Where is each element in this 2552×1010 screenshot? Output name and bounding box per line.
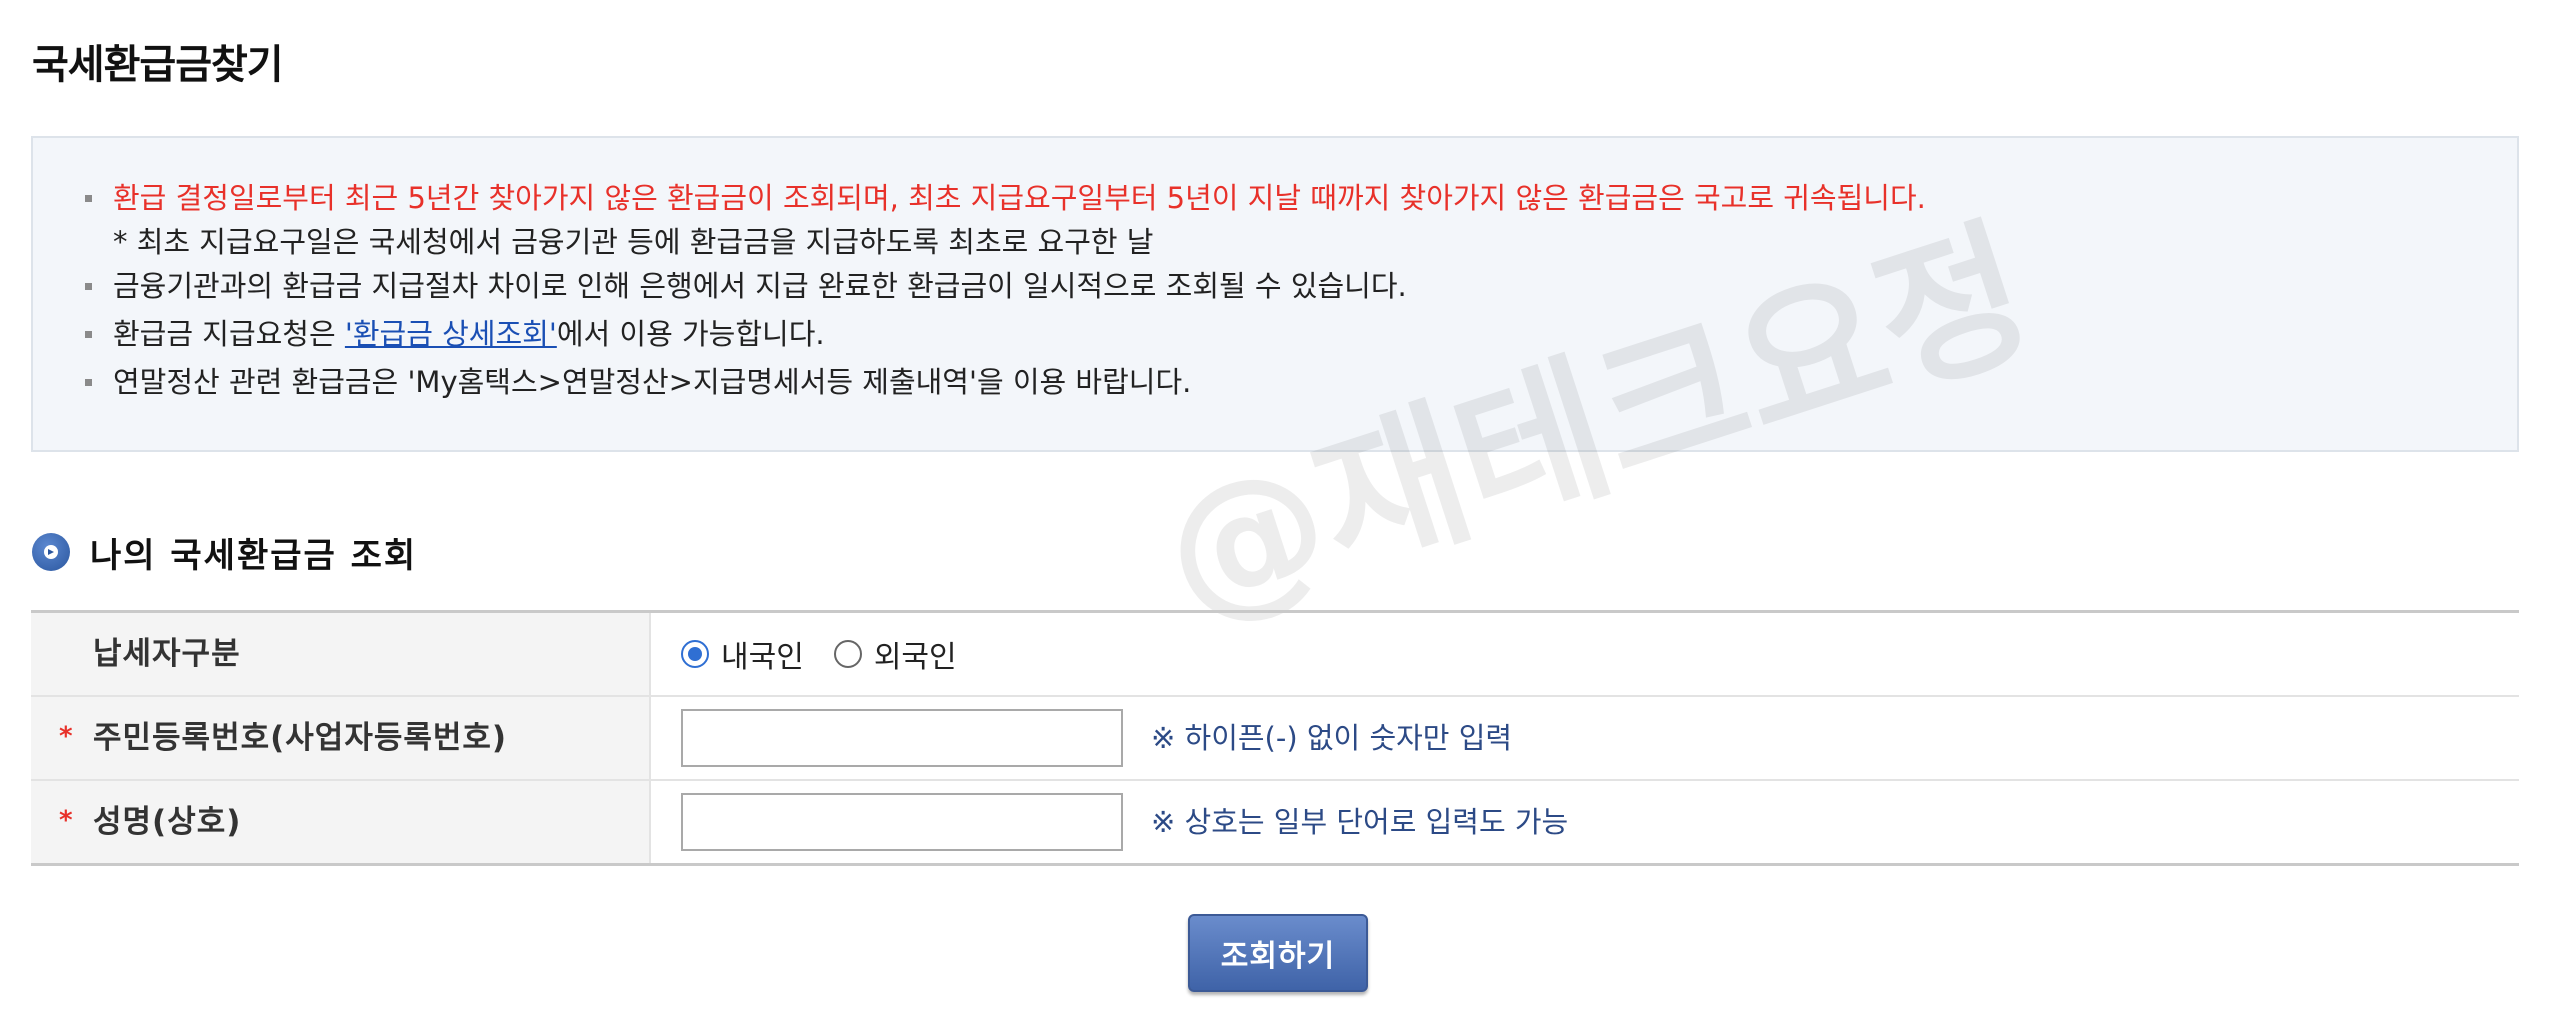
search-form: 납세자구분 내국인 외국인 * 주민등록번호(사업자등록번호) ※ 하이픈(-)… — [31, 610, 2519, 866]
domestic-radio-label[interactable]: 내국인 — [721, 632, 804, 676]
id-number-row: * 주민등록번호(사업자등록번호) ※ 하이픈(-) 없이 숫자만 입력 — [31, 697, 2519, 781]
domestic-radio[interactable] — [681, 640, 709, 668]
name-value-cell: ※ 상호는 일부 단어로 입력도 가능 — [651, 781, 2519, 863]
name-input[interactable] — [681, 793, 1123, 851]
id-number-input[interactable] — [681, 709, 1123, 767]
name-label-cell: * 성명(상호) — [31, 781, 651, 863]
notice-text: 에서 이용 가능합니다. — [556, 317, 825, 351]
required-mark: * — [59, 805, 74, 836]
taxpayer-type-row: 납세자구분 내국인 외국인 — [31, 613, 2519, 697]
foreign-radio-label[interactable]: 외국인 — [874, 632, 957, 676]
required-mark: * — [59, 721, 74, 752]
taxpayer-type-label: 납세자구분 — [93, 635, 241, 672]
notice-note-text: * 최초 지급요구일은 국세청에서 금융기관 등에 환급금을 지급하도록 최초로… — [113, 225, 1154, 259]
refund-detail-link[interactable]: '환급금 상세조회' — [345, 317, 557, 351]
section-heading: 나의 국세환급금 조회 — [32, 530, 418, 576]
notice-text: 환급금 지급요청은 — [113, 317, 345, 351]
bullet-icon — [85, 195, 92, 202]
id-number-value-cell: ※ 하이픈(-) 없이 숫자만 입력 — [651, 697, 2519, 779]
section-title: 나의 국세환급금 조회 — [90, 535, 418, 576]
id-number-label: 주민등록번호(사업자등록번호) — [93, 719, 508, 756]
taxpayer-type-value-cell: 내국인 외국인 — [651, 613, 2519, 695]
name-hint: ※ 상호는 일부 단어로 입력도 가능 — [1151, 804, 1569, 839]
id-number-hint: ※ 하이픈(-) 없이 숫자만 입력 — [1151, 720, 1513, 755]
notice-item: 환급금 지급요청은 '환급금 상세조회'에서 이용 가능합니다. — [85, 314, 825, 354]
bullet-icon — [85, 331, 92, 338]
notice-item: 환급 결정일로부터 최근 5년간 찾아가지 않은 환급금이 조회되며, 최초 지… — [85, 178, 1926, 218]
name-row: * 성명(상호) ※ 상호는 일부 단어로 입력도 가능 — [31, 781, 2519, 863]
taxpayer-type-radio-group: 내국인 외국인 — [681, 632, 987, 676]
notice-text: 금융기관과의 환급금 지급절차 차이로 인해 은행에서 지급 완료한 환급금이 … — [113, 269, 1407, 303]
taxpayer-type-label-cell: 납세자구분 — [31, 613, 651, 695]
notice-box: 환급 결정일로부터 최근 5년간 찾아가지 않은 환급금이 조회되며, 최초 지… — [31, 136, 2519, 452]
bullet-icon — [85, 379, 92, 386]
name-label: 성명(상호) — [93, 803, 242, 840]
search-button[interactable]: 조회하기 — [1188, 914, 1368, 992]
bullet-icon — [85, 283, 92, 290]
page-title: 국세환급금찾기 — [32, 42, 284, 88]
notice-text: 연말정산 관련 환급금은 'My홈택스>연말정산>지급명세서등 제출내역'을 이… — [113, 365, 1192, 399]
arrow-circle-icon — [32, 533, 70, 571]
notice-item: 연말정산 관련 환급금은 'My홈택스>연말정산>지급명세서등 제출내역'을 이… — [85, 362, 1192, 402]
foreign-radio[interactable] — [833, 640, 862, 668]
notice-text: 환급 결정일로부터 최근 5년간 찾아가지 않은 환급금이 조회되며, 최초 지… — [113, 181, 1926, 215]
id-number-label-cell: * 주민등록번호(사업자등록번호) — [31, 697, 651, 779]
notice-item: 금융기관과의 환급금 지급절차 차이로 인해 은행에서 지급 완료한 환급금이 … — [85, 266, 1407, 306]
notice-note: * 최초 지급요구일은 국세청에서 금융기관 등에 환급금을 지급하도록 최초로… — [113, 222, 1153, 262]
